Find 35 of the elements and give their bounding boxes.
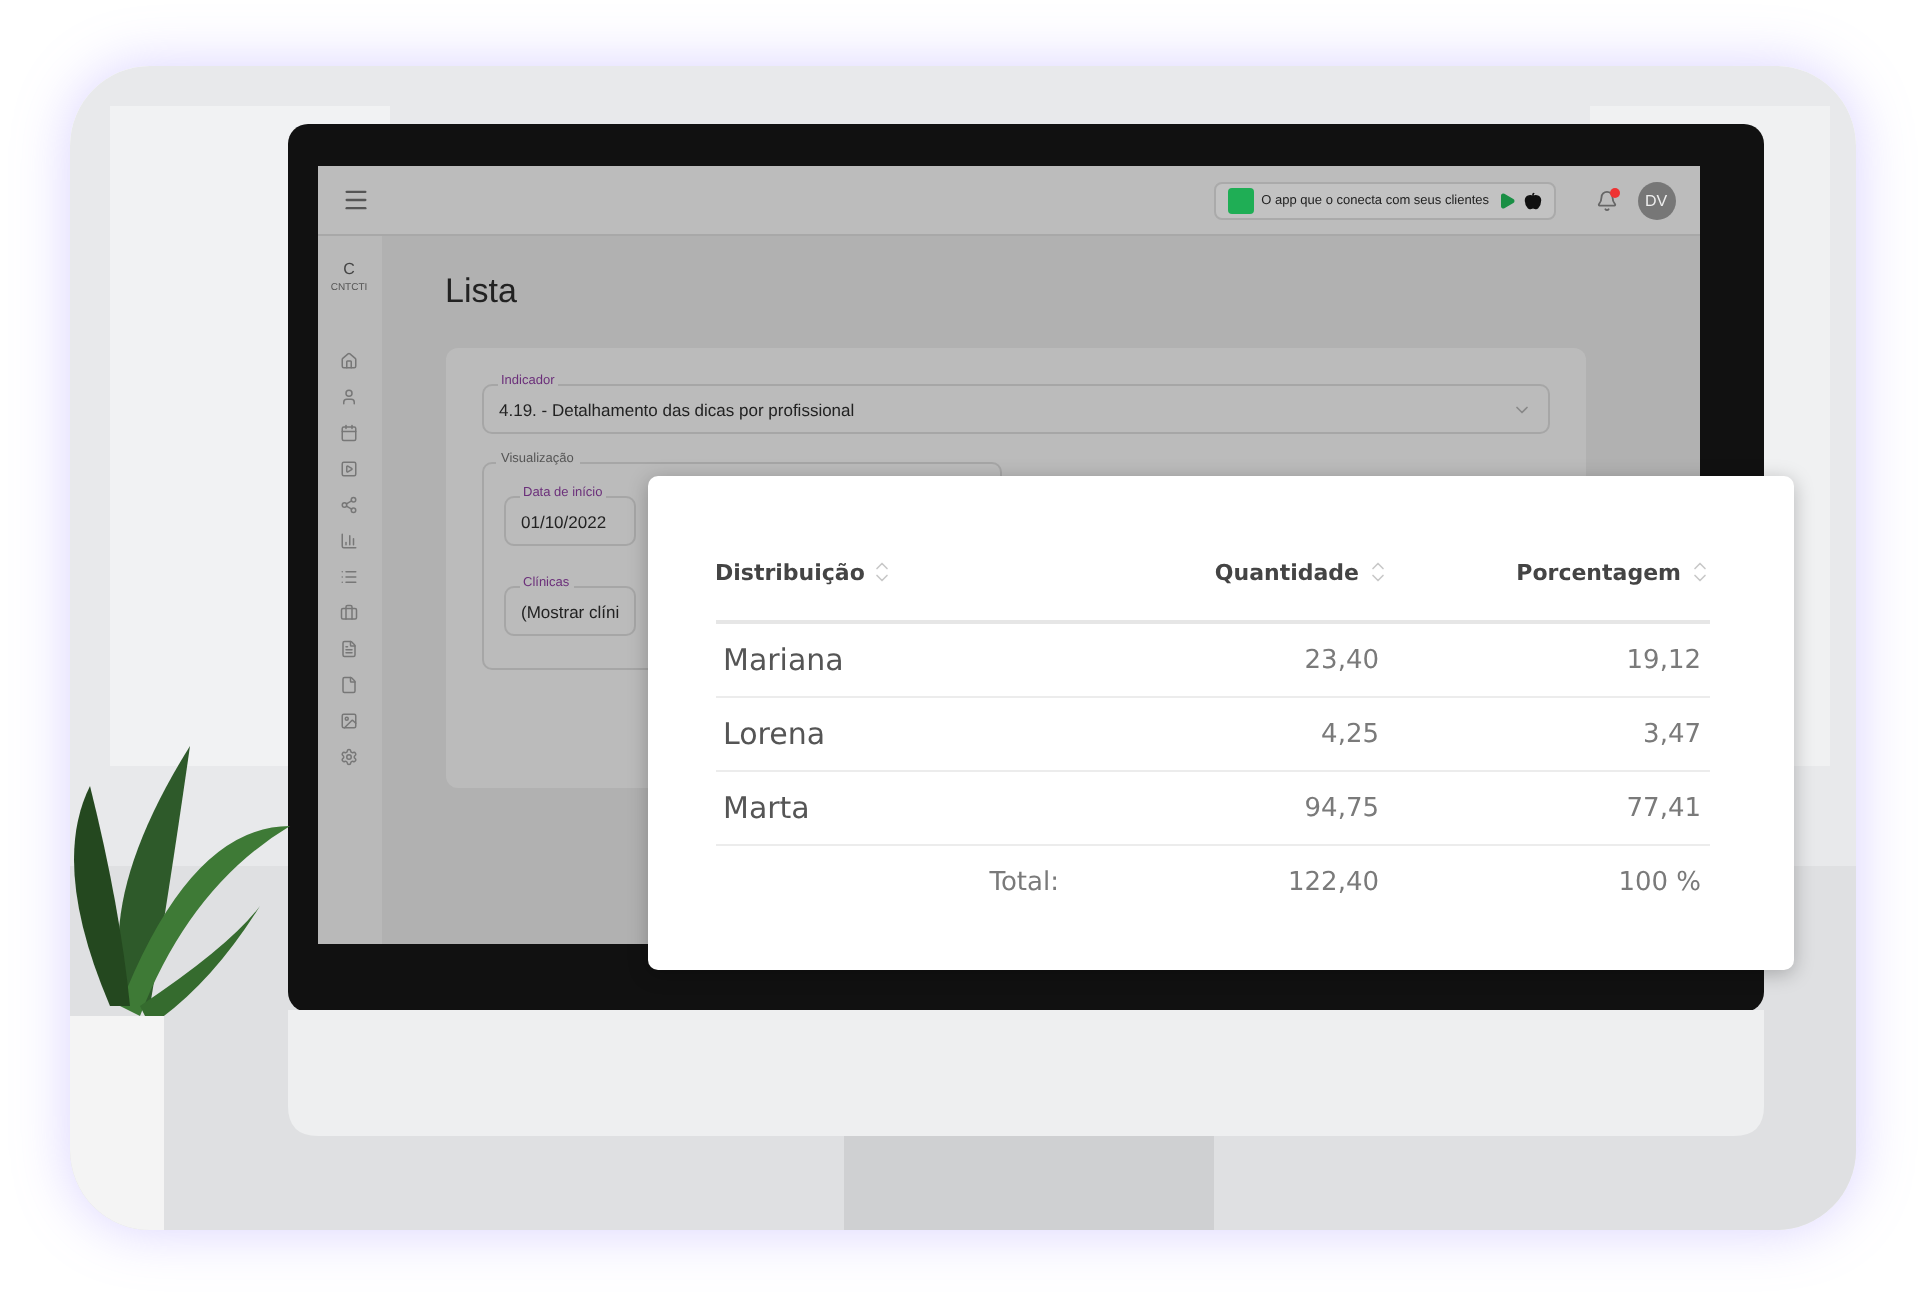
table-cell: 23,40: [1067, 624, 1387, 698]
settings-icon[interactable]: [340, 748, 358, 766]
table-cell: Mariana: [715, 624, 1067, 698]
table-cell: 4,25: [1067, 698, 1387, 772]
table-cell: 19,12: [1387, 624, 1709, 698]
file-icon[interactable]: [340, 676, 358, 694]
table-cell: 77,41: [1387, 772, 1709, 846]
calendar-icon[interactable]: [340, 424, 358, 442]
table-cell: 94,75: [1067, 772, 1387, 846]
app-icon: [1227, 187, 1254, 213]
column-header[interactable]: Distribuição: [715, 559, 865, 585]
table-cell: Marta: [715, 772, 1067, 846]
apple-icon[interactable]: [1523, 191, 1541, 209]
menu-icon[interactable]: [341, 186, 369, 214]
table-cell: 3,47: [1387, 698, 1709, 772]
share-icon[interactable]: [340, 496, 358, 514]
avatar[interactable]: DV: [1637, 181, 1675, 219]
bell-icon[interactable]: [1595, 189, 1617, 211]
total-cell-text: 122,40: [1286, 865, 1381, 901]
briefcase-icon[interactable]: [340, 604, 358, 622]
table-cell: Lorena: [715, 698, 1067, 772]
home-icon[interactable]: [340, 352, 358, 370]
total-cell-text: 100 %: [1616, 865, 1703, 901]
document-icon[interactable]: [340, 640, 358, 658]
list-icon[interactable]: [340, 568, 358, 586]
page-title: Lista: [445, 272, 519, 312]
column-header[interactable]: Porcentagem: [1516, 559, 1681, 585]
total-label: Total:: [987, 865, 1061, 901]
image-icon[interactable]: [340, 712, 358, 730]
user-icon[interactable]: [340, 388, 358, 406]
column-header[interactable]: Quantidade: [1214, 559, 1359, 585]
sidebar-logo: C: [343, 260, 355, 278]
play-store-icon[interactable]: [1497, 191, 1515, 209]
chart-icon[interactable]: [340, 532, 358, 550]
play-icon[interactable]: [340, 460, 358, 478]
